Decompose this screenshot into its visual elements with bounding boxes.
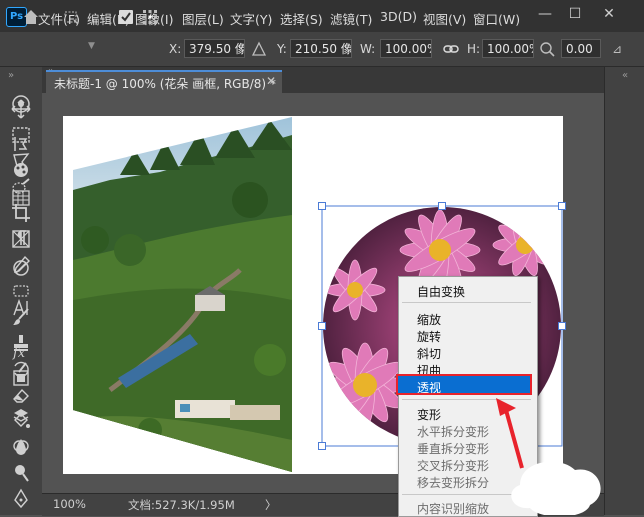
cloud-decoration-icon: [511, 461, 601, 515]
annotation-arrow: [496, 398, 601, 515]
